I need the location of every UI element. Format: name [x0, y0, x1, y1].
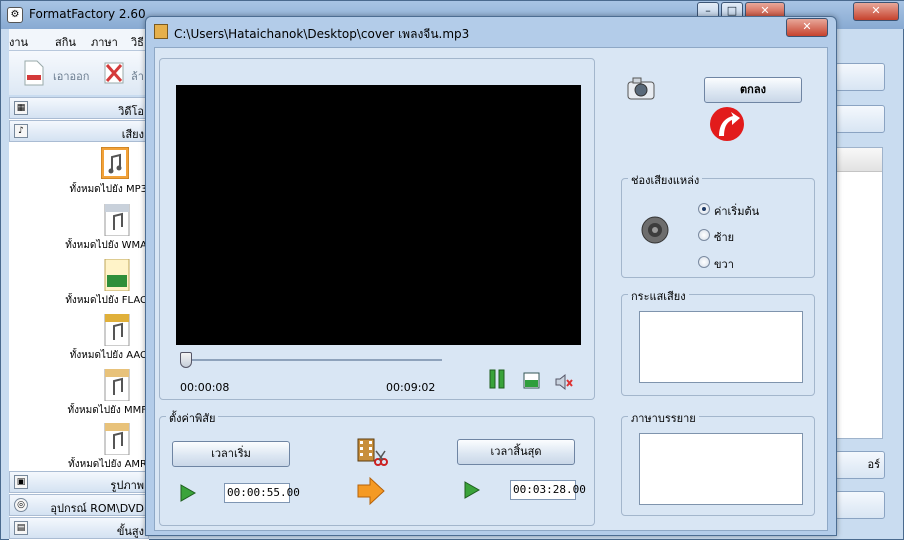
- picture-icon: ▣: [14, 475, 28, 489]
- ok-button[interactable]: ตกลง: [704, 77, 802, 103]
- menu-help[interactable]: วิธี: [131, 33, 144, 51]
- arrow-right-icon: [357, 476, 385, 506]
- camera-icon[interactable]: [625, 74, 659, 104]
- pause-icon[interactable]: [487, 369, 507, 389]
- sidebar-category-audio-label: เสียง: [121, 128, 144, 141]
- dialog-title: C:\Users\Hataichanok\Desktop\cover เพลงจ…: [174, 27, 470, 41]
- subtitle-title: ภาษาบรรยาย: [628, 409, 699, 427]
- sidebar-category-advanced-label: ขั้นสูง: [116, 525, 144, 538]
- wma-file-icon: [104, 204, 130, 236]
- audio-channel-title: ช่องเสียงแหล่ง: [628, 171, 703, 189]
- mp3-file-icon: [101, 147, 129, 179]
- main-right-panel: อร์: [835, 37, 904, 540]
- music-note-icon: ♪: [14, 124, 28, 138]
- video-preview: [176, 85, 581, 345]
- audio-stream-title: กระแสเสียง: [628, 287, 689, 305]
- flac-file-icon: [104, 259, 130, 291]
- aac-file-icon: [104, 314, 130, 346]
- remove-button-label[interactable]: เอาออก: [53, 67, 89, 85]
- disc-icon: ◎: [14, 498, 28, 512]
- sidebar-category-rom[interactable]: ◎ อุปกรณ์ ROM\DVD: [9, 494, 149, 516]
- play-to-end-icon[interactable]: [462, 480, 482, 500]
- audio-stream-panel: กระแสเสียง: [621, 287, 815, 396]
- format-label-mp3: ทั้งหมดไปยัง MP3: [69, 184, 147, 195]
- start-time-button[interactable]: เวลาเริ่ม: [172, 441, 290, 467]
- main-right-button-2[interactable]: [835, 105, 885, 133]
- channel-right-radio[interactable]: [698, 256, 710, 268]
- channel-default-radio[interactable]: [698, 203, 710, 215]
- total-time: 00:09:02: [386, 381, 436, 394]
- sidebar-category-picture-label: รูปภาพ: [110, 479, 144, 492]
- pointer-arrow-icon: [710, 107, 744, 141]
- mmf-file-icon: [104, 369, 130, 401]
- main-toolbar: เอาออก ล้า: [9, 51, 149, 95]
- main-close-button-outer[interactable]: ✕: [853, 2, 899, 21]
- subtitle-list[interactable]: [639, 433, 803, 505]
- sidebar-category-video[interactable]: ▦ วิดีโอ: [9, 97, 149, 119]
- menu-language[interactable]: ภาษา: [91, 33, 118, 51]
- task-list[interactable]: [835, 147, 883, 439]
- end-time-button[interactable]: เวลาสิ้นสุด: [457, 439, 575, 465]
- format-label-mmf: ทั้งหมดไปยัง MMF: [67, 405, 147, 416]
- dialog-close-button[interactable]: ✕: [786, 18, 828, 37]
- format-label-flac: ทั้งหมดไปยัง FLAC: [65, 295, 147, 306]
- seek-slider-thumb[interactable]: [179, 352, 192, 368]
- film-icon: ▦: [14, 101, 28, 115]
- sidebar-category-picture[interactable]: ▣ รูปภาพ: [9, 471, 149, 493]
- remove-document-icon[interactable]: [23, 60, 45, 86]
- sidebar-category-rom-label: อุปกรณ์ ROM\DVD: [50, 502, 144, 515]
- sidebar-category-video-label: วิดีโอ: [118, 105, 144, 118]
- current-time: 00:00:08: [180, 381, 230, 394]
- end-time-input[interactable]: 00:03:28.00: [510, 480, 586, 500]
- dialog-body: 00:00:08 00:09:02 ตั้งค่าพิสัย เวลาเริ่ม: [154, 47, 828, 531]
- channel-default-label: ค่าเริ่มต้น: [714, 205, 760, 218]
- main-menubar: งาน สกิน ภาษา วิธี: [9, 29, 149, 51]
- main-window-title: FormatFactory 2.60: [29, 7, 146, 21]
- speaker-icon: [641, 216, 669, 244]
- menu-skin[interactable]: สกิน: [55, 33, 76, 51]
- format-label-amr: ทั้งหมดไปยัง AMR: [68, 459, 147, 470]
- stop-icon[interactable]: [522, 371, 542, 391]
- main-right-button-4[interactable]: [835, 491, 885, 519]
- main-sidebar: ▦ วิดีโอ ♪ เสียง ทั้งหมดไปยัง MP3 ทั้งหม…: [9, 97, 149, 540]
- player-panel: 00:00:08 00:09:02: [159, 58, 595, 400]
- sidebar-category-advanced[interactable]: ▤ ขั้นสูง: [9, 517, 149, 539]
- channel-left-label: ซ้าย: [714, 231, 735, 244]
- mute-speaker-icon[interactable]: [554, 372, 574, 392]
- seek-track[interactable]: [182, 359, 442, 361]
- clear-button-label[interactable]: ล้า: [131, 67, 144, 85]
- format-label-wma: ทั้งหมดไปยัง WMA: [65, 240, 147, 251]
- start-time-input[interactable]: 00:00:55.00: [224, 483, 300, 503]
- range-settings-panel: ตั้งค่าพิสัย เวลาเริ่ม เวลาสิ้นสุด 00:00…: [159, 409, 595, 526]
- format-label-aac: ทั้งหมดไปยัง AAC: [69, 350, 147, 361]
- output-folder-button[interactable]: อร์: [835, 451, 885, 479]
- audio-channel-panel: ช่องเสียงแหล่ง ค่าเริ่มต้น ซ้าย ขวา: [621, 171, 815, 278]
- clip-dialog: C:\Users\Hataichanok\Desktop\cover เพลงจ…: [145, 16, 837, 536]
- sidebar-category-audio[interactable]: ♪ เสียง: [9, 120, 149, 142]
- main-right-button-1[interactable]: [835, 63, 885, 91]
- amr-file-icon: [104, 423, 130, 455]
- tools-icon: ▤: [14, 521, 28, 535]
- task-list-header: [836, 148, 882, 172]
- subtitle-panel: ภาษาบรรยาย: [621, 409, 815, 516]
- play-from-start-icon[interactable]: [178, 483, 198, 503]
- cut-film-icon: [357, 438, 388, 466]
- audio-stream-list[interactable]: [639, 311, 803, 383]
- menu-task[interactable]: งาน: [9, 33, 28, 51]
- channel-right-label: ขวา: [714, 258, 734, 271]
- dialog-film-icon: [154, 24, 168, 39]
- clear-list-icon[interactable]: [103, 60, 125, 86]
- channel-left-radio[interactable]: [698, 229, 710, 241]
- format-factory-app-icon: ⚙: [7, 7, 23, 23]
- range-settings-title: ตั้งค่าพิสัย: [166, 409, 219, 427]
